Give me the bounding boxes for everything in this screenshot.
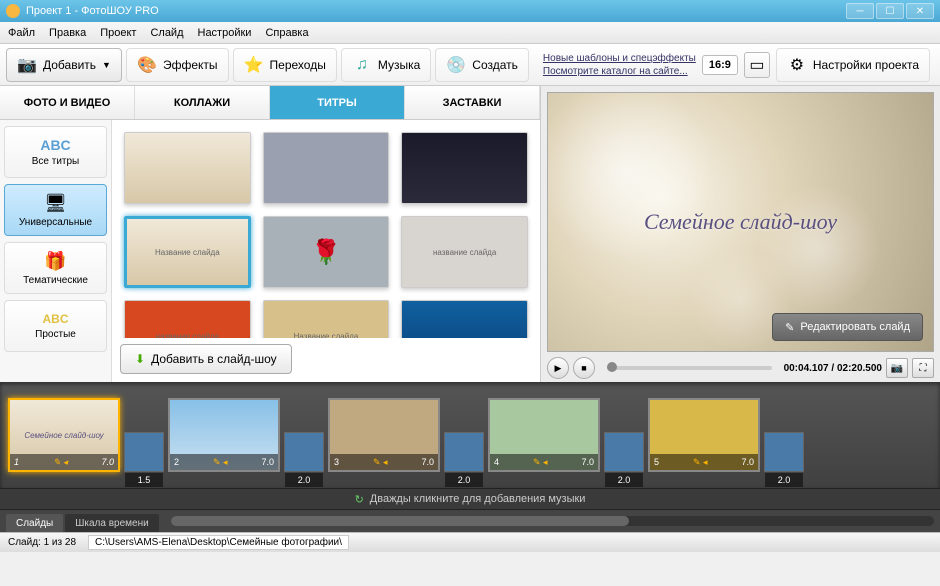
sidebar-item-universal[interactable]: 🖥 Универсальные bbox=[4, 184, 107, 236]
menubar: Файл Правка Проект Слайд Настройки Справ… bbox=[0, 22, 940, 44]
link-templates[interactable]: Новые шаблоны и спецэффекты bbox=[543, 52, 696, 65]
player-controls: ▶ ■ 00:04.107 / 02:20.500 📷 ⛶ bbox=[541, 354, 940, 382]
play-button[interactable]: ▶ bbox=[547, 357, 569, 379]
window-title: Проект 1 - ФотоШОУ PRO bbox=[26, 5, 159, 17]
star-icon: ⭐ bbox=[244, 55, 264, 75]
sidebar: ABC Все титры 🖥 Универсальные 🎁 Тематиче… bbox=[0, 120, 112, 382]
slide-strip: Семейное слайд-шоу1✎ ◂7.01.52✎ ◂7.02.03✎… bbox=[0, 382, 940, 488]
abc-icon: ABC bbox=[40, 137, 70, 153]
menu-edit[interactable]: Правка bbox=[49, 27, 86, 39]
add-button[interactable]: 📷 Добавить ▼ bbox=[6, 48, 122, 82]
effects-button[interactable]: 🎨 Эффекты bbox=[126, 48, 229, 82]
menu-settings[interactable]: Настройки bbox=[198, 27, 252, 39]
gear-icon: ⚙ bbox=[787, 55, 807, 75]
tab-collages[interactable]: КОЛЛАЖИ bbox=[135, 86, 270, 119]
template-thumb[interactable]: Название слайда bbox=[263, 300, 390, 338]
timeline-slide[interactable]: 2✎ ◂7.0 bbox=[168, 398, 280, 472]
tab-photo-video[interactable]: ФОТО И ВИДЕО bbox=[0, 86, 135, 119]
display-button[interactable]: ▭ bbox=[744, 52, 770, 78]
transition-thumb[interactable]: 2.0 bbox=[284, 432, 324, 472]
sidebar-item-thematic[interactable]: 🎁 Тематические bbox=[4, 242, 107, 294]
close-button[interactable]: ✕ bbox=[906, 3, 934, 19]
timeline-slide[interactable]: 3✎ ◂7.0 bbox=[328, 398, 440, 472]
tab-intros[interactable]: ЗАСТАВКИ bbox=[405, 86, 540, 119]
template-thumb[interactable]: Название слайда bbox=[124, 216, 251, 288]
timeline-slide[interactable]: Семейное слайд-шоу1✎ ◂7.0 bbox=[8, 398, 120, 472]
transition-thumb[interactable]: 2.0 bbox=[604, 432, 644, 472]
transitions-button[interactable]: ⭐ Переходы bbox=[233, 48, 337, 82]
status-path: C:\Users\AMS-Elena\Desktop\Семейные фото… bbox=[88, 535, 349, 550]
music-icon: ♫ bbox=[352, 55, 372, 75]
chevron-down-icon: ▼ bbox=[102, 60, 111, 70]
template-gallery: Название слайда🌹название слайданазвание … bbox=[120, 128, 532, 338]
template-thumb[interactable] bbox=[401, 300, 528, 338]
sidebar-item-simple[interactable]: ABC Простые bbox=[4, 300, 107, 352]
template-thumb[interactable]: название слайда bbox=[124, 300, 251, 338]
promo-links: Новые шаблоны и спецэффекты Посмотрите к… bbox=[543, 52, 696, 78]
music-button[interactable]: ♫ Музыка bbox=[341, 48, 431, 82]
refresh-icon: ↻ bbox=[355, 493, 364, 506]
category-tabs: ФОТО И ВИДЕО КОЛЛАЖИ ТИТРЫ ЗАСТАВКИ bbox=[0, 86, 540, 120]
template-thumb[interactable] bbox=[401, 132, 528, 204]
fullscreen-button[interactable]: ⛶ bbox=[912, 358, 934, 378]
menu-slide[interactable]: Слайд bbox=[150, 27, 183, 39]
menu-help[interactable]: Справка bbox=[265, 27, 308, 39]
menu-project[interactable]: Проект bbox=[100, 27, 136, 39]
titlebar: Проект 1 - ФотоШОУ PRO ─ ☐ ✕ bbox=[0, 0, 940, 22]
link-catalog[interactable]: Посмотрите каталог на сайте... bbox=[543, 65, 696, 78]
aspect-ratio-button[interactable]: 16:9 bbox=[702, 55, 738, 75]
timeline: Семейное слайд-шоу1✎ ◂7.01.52✎ ◂7.02.03✎… bbox=[0, 382, 940, 532]
palette-icon: 🎨 bbox=[137, 55, 157, 75]
preview-title: Семейное слайд-шоу bbox=[644, 209, 837, 235]
statusbar: Слайд: 1 из 28 C:\Users\AMS-Elena\Deskto… bbox=[0, 532, 940, 552]
template-thumb[interactable] bbox=[124, 132, 251, 204]
abc-simple-icon: ABC bbox=[43, 312, 69, 326]
maximize-button[interactable]: ☐ bbox=[876, 3, 904, 19]
music-track[interactable]: ↻ Дважды кликните для добавления музыки bbox=[0, 488, 940, 510]
template-thumb[interactable]: 🌹 bbox=[263, 216, 390, 288]
template-thumb[interactable]: название слайда bbox=[401, 216, 528, 288]
transition-thumb[interactable]: 1.5 bbox=[124, 432, 164, 472]
tab-titles[interactable]: ТИТРЫ bbox=[270, 86, 405, 119]
timeline-slide[interactable]: 4✎ ◂7.0 bbox=[488, 398, 600, 472]
template-thumb[interactable] bbox=[263, 132, 390, 204]
create-button[interactable]: 💿 Создать bbox=[435, 48, 529, 82]
pencil-icon: ✎ bbox=[785, 321, 794, 334]
sidebar-item-all[interactable]: ABC Все титры bbox=[4, 126, 107, 178]
edit-slide-button[interactable]: ✎ Редактировать слайд bbox=[772, 313, 923, 341]
horizontal-scrollbar[interactable] bbox=[171, 516, 934, 526]
camera-icon: 📷 bbox=[17, 55, 37, 75]
menu-file[interactable]: Файл bbox=[8, 27, 35, 39]
transition-thumb[interactable]: 2.0 bbox=[764, 432, 804, 472]
app-icon bbox=[6, 4, 20, 18]
view-tab-slides[interactable]: Слайды bbox=[6, 514, 63, 532]
status-slide: Слайд: 1 из 28 bbox=[8, 537, 76, 548]
download-icon: ⬇ bbox=[135, 352, 145, 366]
time-display: 00:04.107 / 02:20.500 bbox=[784, 363, 882, 374]
monitor-icon: 🖥 bbox=[44, 193, 67, 214]
project-settings-button[interactable]: ⚙ Настройки проекта bbox=[776, 48, 930, 82]
view-tab-timeline[interactable]: Шкала времени bbox=[65, 514, 158, 532]
timeline-slide[interactable]: 5✎ ◂7.0 bbox=[648, 398, 760, 472]
transition-thumb[interactable]: 2.0 bbox=[444, 432, 484, 472]
seek-bar[interactable] bbox=[607, 366, 772, 370]
toolbar: 📷 Добавить ▼ 🎨 Эффекты ⭐ Переходы ♫ Музы… bbox=[0, 44, 940, 86]
stop-button[interactable]: ■ bbox=[573, 357, 595, 379]
disc-icon: 💿 bbox=[446, 55, 466, 75]
minimize-button[interactable]: ─ bbox=[846, 3, 874, 19]
snapshot-button[interactable]: 📷 bbox=[886, 358, 908, 378]
gift-icon: 🎁 bbox=[44, 251, 66, 272]
preview-area: Семейное слайд-шоу ✎ Редактировать слайд bbox=[547, 92, 934, 352]
add-to-slideshow-button[interactable]: ⬇ Добавить в слайд-шоу bbox=[120, 344, 292, 374]
